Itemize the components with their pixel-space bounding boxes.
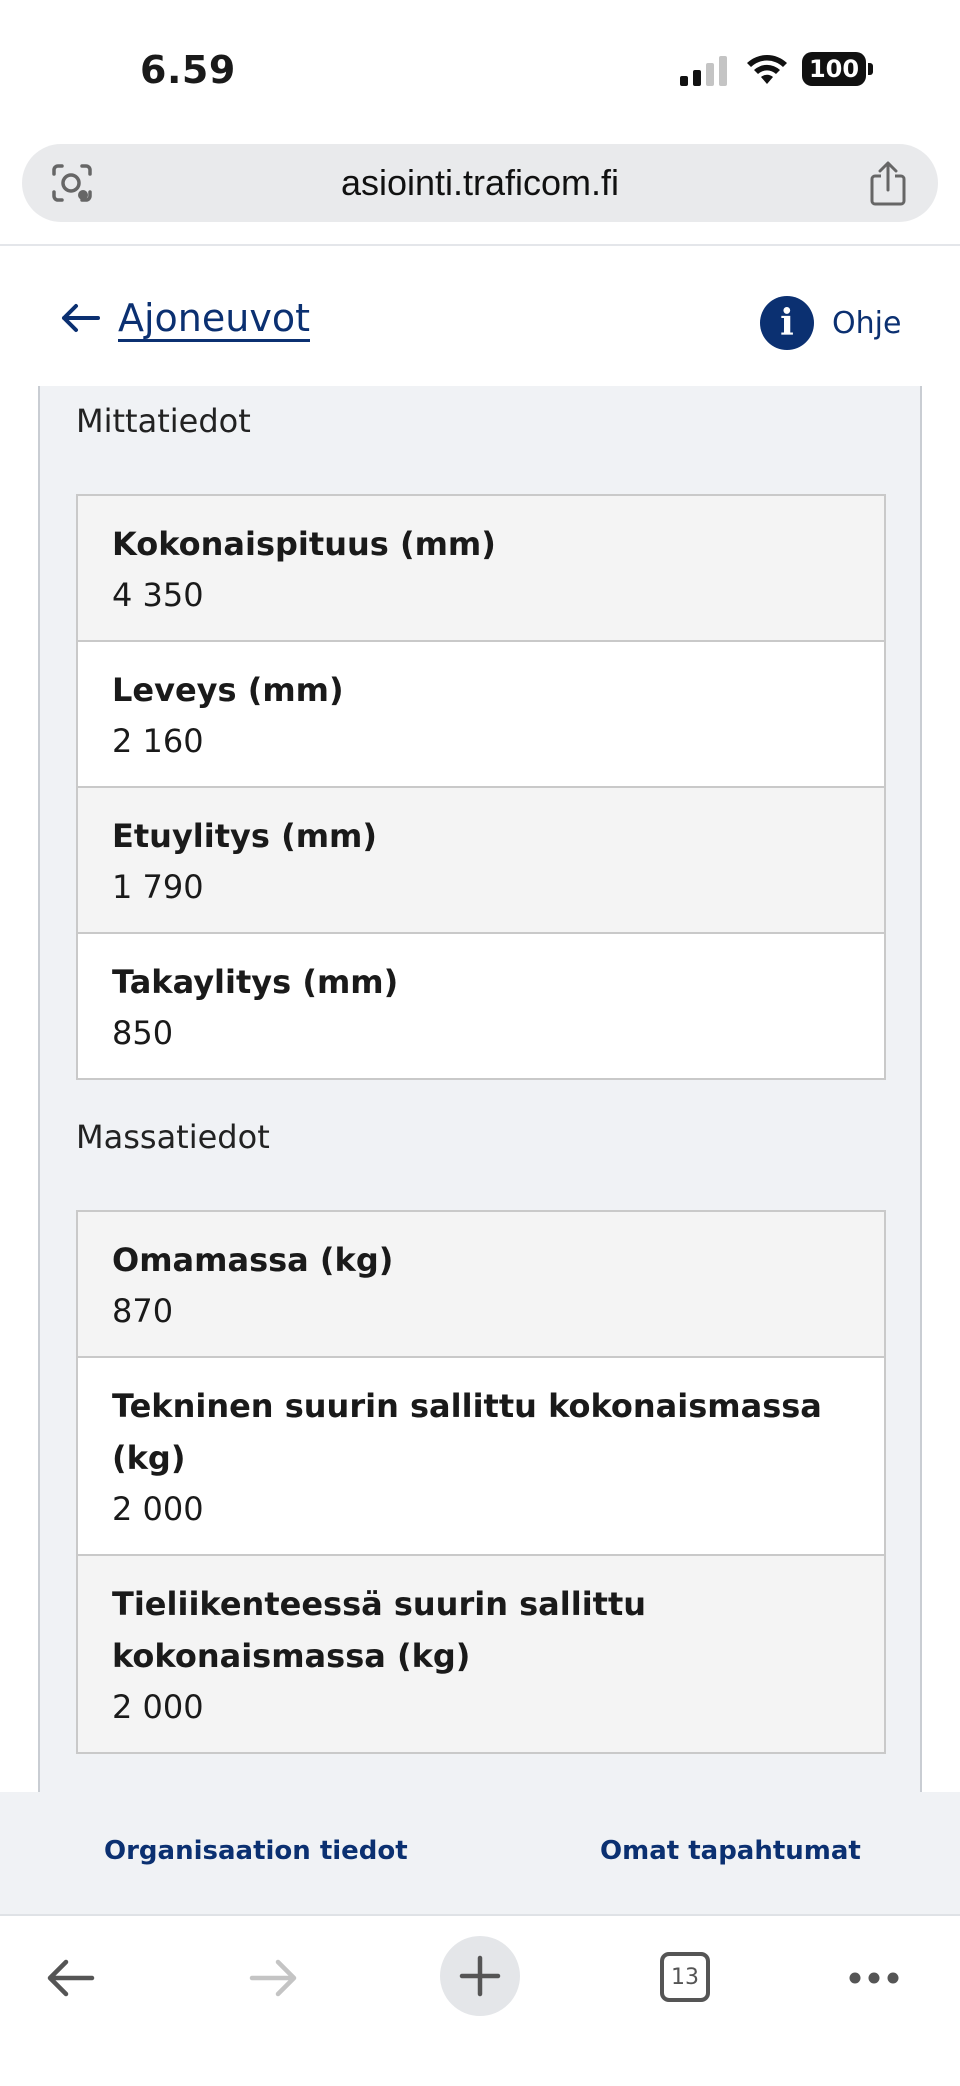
row-label: Etuylitys (mm) [112,817,378,855]
row-value: 870 [112,1292,174,1330]
browser-forward-button[interactable] [234,1946,314,2010]
more-icon[interactable] [848,1971,900,1985]
list-item: Leveys (mm) 2 160 [78,642,884,788]
row-value: 1 790 [112,868,204,906]
list-item: Etuylitys (mm) 1 790 [78,788,884,934]
own-events-link[interactable]: Omat tapahtumat [600,1836,861,1866]
help-link[interactable]: i Ohje [760,296,901,350]
browser-back-button[interactable] [30,1946,110,2010]
url-bar[interactable]: asiointi.traficom.fi [22,144,938,222]
wifi-icon [747,55,787,84]
new-tab-button[interactable] [440,1936,520,2016]
page-header: Ajoneuvot i Ohje [0,246,960,386]
vehicle-details-panel: Mittatiedot Kokonaispituus (mm) 4 350 Le… [38,386,922,1792]
more-button[interactable] [834,1946,914,2010]
footer: Organisaation tiedot Omat tapahtumat [0,1792,960,1916]
plus-icon[interactable] [458,1954,502,1998]
signal-icon [680,56,727,86]
back-link[interactable]: Ajoneuvot [60,296,310,340]
back-link-label[interactable]: Ajoneuvot [118,296,310,340]
dimensions-list: Kokonaispituus (mm) 4 350 Leveys (mm) 2 … [76,494,886,1080]
row-label: Tieliikenteessä suurin sallittu kokonais… [112,1585,647,1675]
list-item: Omamassa (kg) 870 [78,1212,884,1358]
list-item: Tieliikenteessä suurin sallittu kokonais… [78,1556,884,1752]
battery-icon: 100 [802,52,873,86]
info-icon[interactable]: i [760,296,814,350]
back-icon[interactable] [44,1958,96,1998]
lens-icon[interactable] [50,162,94,204]
row-label: Leveys (mm) [112,671,344,709]
battery-level: 100 [802,52,866,86]
row-label: Tekninen suurin sallittu kokonaismassa (… [112,1387,822,1477]
tabs-icon[interactable]: 13 [660,1952,710,2002]
status-time: 6.59 [140,48,236,92]
share-icon[interactable] [868,160,908,206]
browser-toolbar: 13 [0,1916,960,2086]
organisation-info-link[interactable]: Organisaation tiedot [104,1836,408,1866]
row-label: Takaylitys (mm) [112,963,399,1001]
back-arrow-icon[interactable] [60,302,100,334]
masses-list: Omamassa (kg) 870 Tekninen suurin sallit… [76,1210,886,1754]
row-value: 2 000 [112,1688,204,1726]
list-item: Takaylitys (mm) 850 [78,934,884,1078]
help-label[interactable]: Ohje [832,306,901,341]
row-label: Omamassa (kg) [112,1241,394,1279]
main-content: Mittatiedot Kokonaispituus (mm) 4 350 Le… [0,386,960,1792]
list-item: Tekninen suurin sallittu kokonaismassa (… [78,1358,884,1556]
url-text[interactable]: asiointi.traficom.fi [22,144,938,222]
row-value: 2 160 [112,722,204,760]
section-title-masses: Massatiedot [76,1118,270,1156]
status-bar: 6.59 100 [0,0,960,140]
list-item: Kokonaispituus (mm) 4 350 [78,496,884,642]
row-value: 2 000 [112,1490,204,1528]
row-label: Kokonaispituus (mm) [112,525,496,563]
row-value: 850 [112,1014,174,1052]
section-title-dimensions: Mittatiedot [76,402,251,440]
forward-icon[interactable] [248,1958,300,1998]
row-value: 4 350 [112,576,204,614]
